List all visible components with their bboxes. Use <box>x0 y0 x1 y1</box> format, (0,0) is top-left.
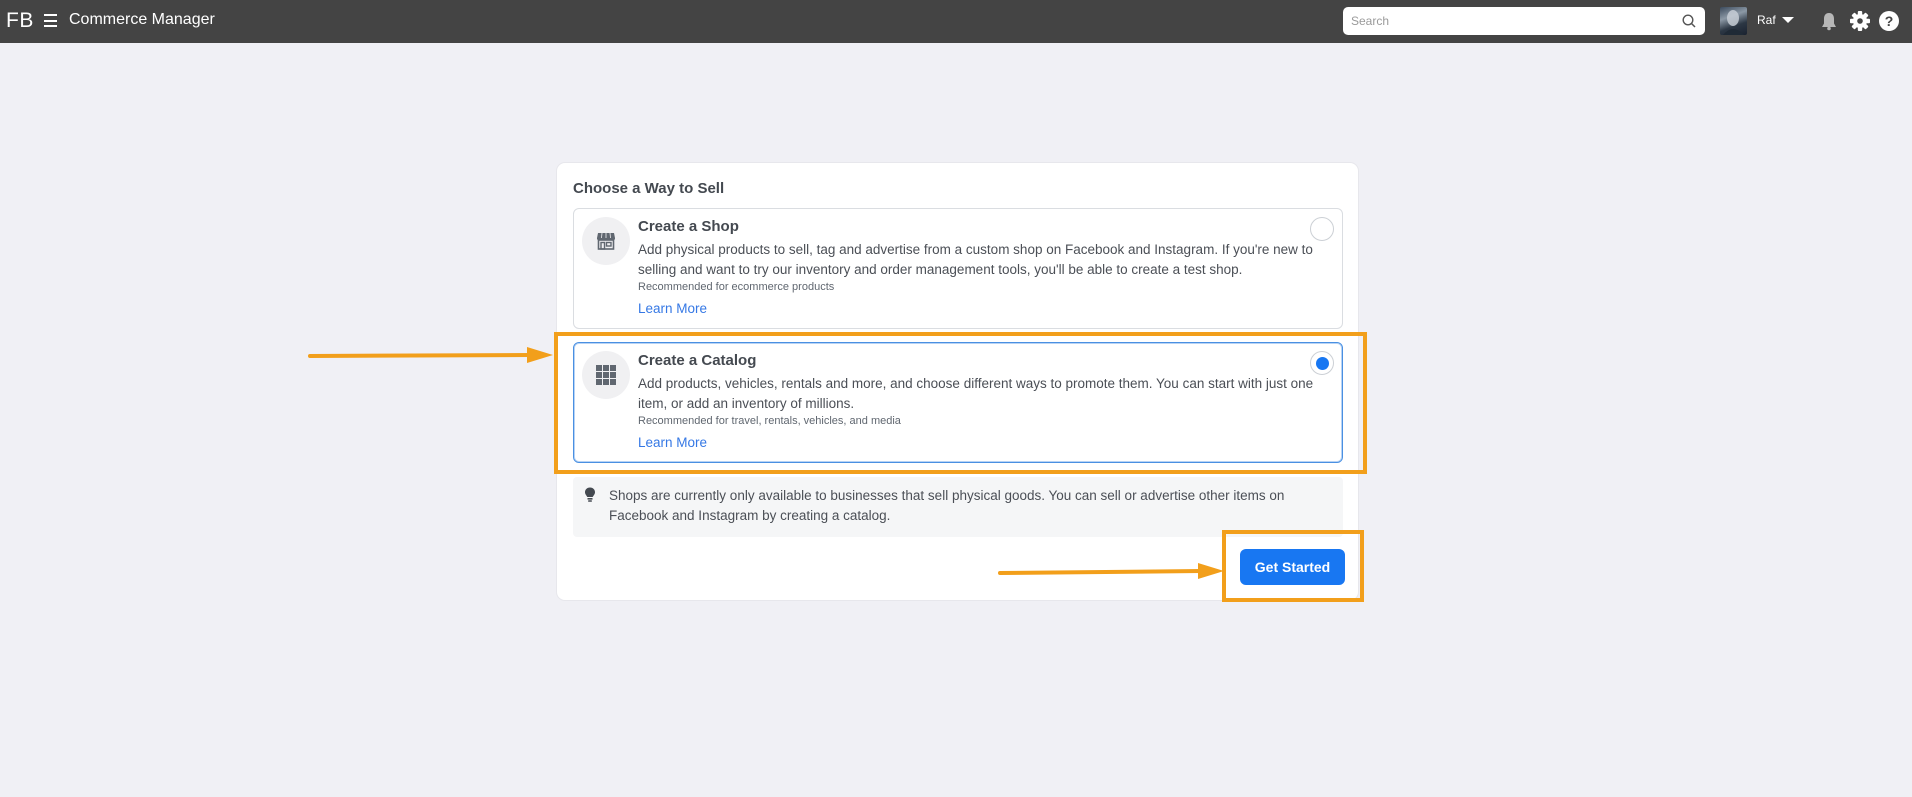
svg-text:?: ? <box>1885 13 1894 29</box>
option-recommendation: Recommended for ecommerce products <box>638 281 835 293</box>
learn-more-link[interactable]: Learn More <box>638 435 707 450</box>
grid-icon <box>596 365 616 385</box>
radio-selected-dot <box>1315 356 1329 370</box>
lightbulb-icon <box>585 487 595 502</box>
option-title: Create a Shop <box>638 218 739 235</box>
top-navigation-bar: FB Commerce Manager Raf ? <box>0 0 1912 43</box>
bell-icon[interactable] <box>1818 10 1840 32</box>
storefront-icon <box>597 232 615 250</box>
option-description: Add products, vehicles, rentals and more… <box>638 376 1314 411</box>
app-title[interactable]: Commerce Manager <box>69 11 215 29</box>
hamburger-menu-icon[interactable] <box>44 14 57 27</box>
grid-icon-wrap <box>582 351 630 399</box>
option-create-shop[interactable]: Create a Shop Add physical products to s… <box>573 208 1343 329</box>
radio-create-shop[interactable] <box>1310 217 1334 241</box>
option-create-catalog[interactable]: Create a Catalog Add products, vehicles,… <box>573 342 1343 463</box>
radio-create-catalog[interactable] <box>1310 351 1334 375</box>
search-box <box>1343 7 1705 35</box>
help-icon[interactable]: ? <box>1878 10 1900 32</box>
info-text: Shops are currently only available to bu… <box>609 488 1285 523</box>
option-recommendation: Recommended for travel, rentals, vehicle… <box>638 415 901 427</box>
get-started-button[interactable]: Get Started <box>1240 549 1345 585</box>
caret-down-icon[interactable] <box>1782 17 1794 23</box>
info-notice: Shops are currently only available to bu… <box>573 477 1343 537</box>
learn-more-link[interactable]: Learn More <box>638 301 707 316</box>
annotation-arrow-catalog <box>308 347 553 363</box>
choose-way-to-sell-panel: Choose a Way to Sell Create a Shop Add p… <box>557 163 1358 600</box>
fb-logo[interactable]: FB <box>6 9 34 33</box>
search-icon[interactable] <box>1681 13 1697 29</box>
panel-title: Choose a Way to Sell <box>573 180 725 197</box>
option-title: Create a Catalog <box>638 352 757 369</box>
storefront-icon-wrap <box>582 217 630 265</box>
page-scroll-area <box>1902 43 1912 797</box>
search-input[interactable] <box>1343 7 1663 35</box>
user-name[interactable]: Raf <box>1757 13 1776 27</box>
user-avatar[interactable] <box>1720 7 1747 35</box>
option-description: Add physical products to sell, tag and a… <box>638 242 1313 277</box>
gear-icon[interactable] <box>1849 10 1871 32</box>
